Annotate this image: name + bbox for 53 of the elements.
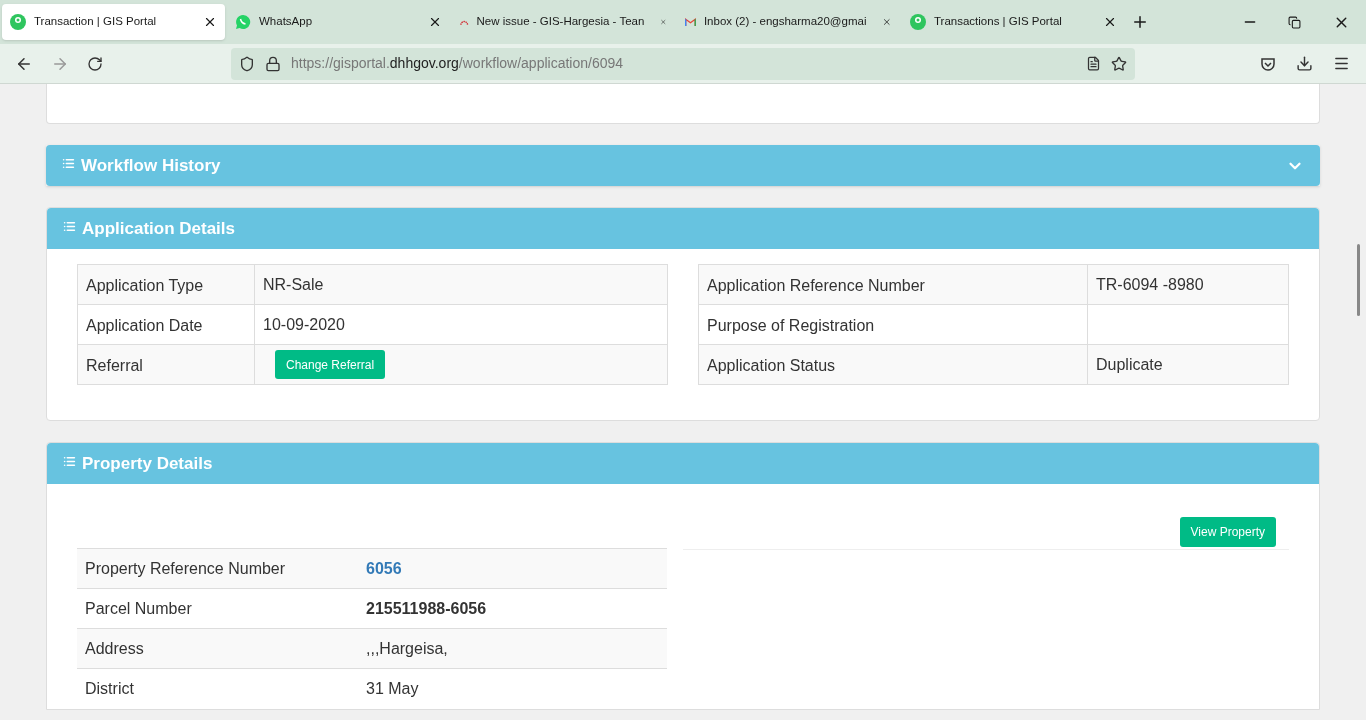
address-bar[interactable]: https://gisportal.dhhgov.org/workflow/application/6094: [231, 47, 1135, 80]
shield-icon: [239, 55, 255, 72]
table-cell: Property Reference Number: [77, 548, 358, 589]
list-icon: [63, 455, 76, 468]
table-cell: Referral: [77, 344, 255, 385]
close-icon[interactable]: [1103, 15, 1117, 29]
pocket-icon[interactable]: [1260, 55, 1276, 72]
menu-icon[interactable]: [1333, 55, 1350, 72]
table-cell: 31 May: [366, 679, 419, 697]
table-cell: Application Date: [77, 304, 255, 345]
section-title: Workflow History: [81, 154, 221, 177]
url-text: https://gisportal.dhhgov.org/workflow/application/6094: [291, 54, 624, 73]
browser-tab[interactable]: WhatsApp: [227, 4, 450, 40]
tab-title: WhatsApp: [259, 14, 313, 30]
tab-title: Transaction | GIS Portal: [34, 14, 157, 30]
browser-tab[interactable]: New issue - GIS-Hargesia - Tean: [452, 4, 675, 40]
reload-icon[interactable]: [87, 55, 103, 72]
close-icon[interactable]: [428, 15, 442, 29]
table-cell: 215511988-6056: [366, 599, 487, 617]
list-icon: [63, 220, 76, 233]
globe-logo-icon: [910, 14, 926, 30]
section-title: Application Details: [82, 217, 236, 240]
table-cell: TR-6094 -8980: [1096, 275, 1204, 293]
download-icon[interactable]: [1296, 55, 1313, 72]
new-tab-icon[interactable]: [1131, 13, 1149, 31]
table-cell: Application Reference Number: [698, 264, 1088, 305]
table-cell: District: [77, 668, 358, 709]
lock-icon: [265, 55, 281, 72]
table-cell: Address: [77, 628, 358, 669]
property-link[interactable]: 6056: [366, 559, 402, 577]
bookmark-star-icon[interactable]: [1111, 55, 1127, 72]
tab-title: New issue - GIS-Hargesia - Tean: [476, 14, 645, 30]
table-cell: ,,,Hargeisa,: [366, 639, 448, 657]
tab-title: Transactions | GIS Portal: [934, 14, 1062, 30]
browser-tab[interactable]: Transaction | GIS Portal: [2, 4, 225, 40]
table-cell: NR-Sale: [263, 275, 324, 293]
table-cell: 10-09-2020: [263, 315, 345, 333]
mail-icon: [685, 16, 696, 28]
table-cell: Parcel Number: [77, 588, 358, 629]
restore-icon[interactable]: [1288, 15, 1301, 29]
table-cell: Purpose of Registration: [698, 304, 1088, 345]
reader-view-icon[interactable]: [1086, 56, 1101, 71]
close-icon[interactable]: [203, 15, 217, 29]
chat-bubble-icon: [235, 14, 251, 30]
table-cell: Application Status: [698, 344, 1088, 385]
table-cell: Duplicate: [1096, 355, 1163, 373]
browser-tab[interactable]: Inbox (2) - engsharma20@gmai: [677, 4, 900, 40]
list-icon: [62, 157, 75, 170]
table-cell: Application Type: [77, 264, 255, 305]
tab-title: Inbox (2) - engsharma20@gmai: [703, 14, 867, 30]
globe-logo-icon: [10, 14, 26, 30]
browser-tab[interactable]: Transactions | GIS Portal: [902, 4, 1125, 40]
section-title: Property Details: [82, 452, 213, 475]
